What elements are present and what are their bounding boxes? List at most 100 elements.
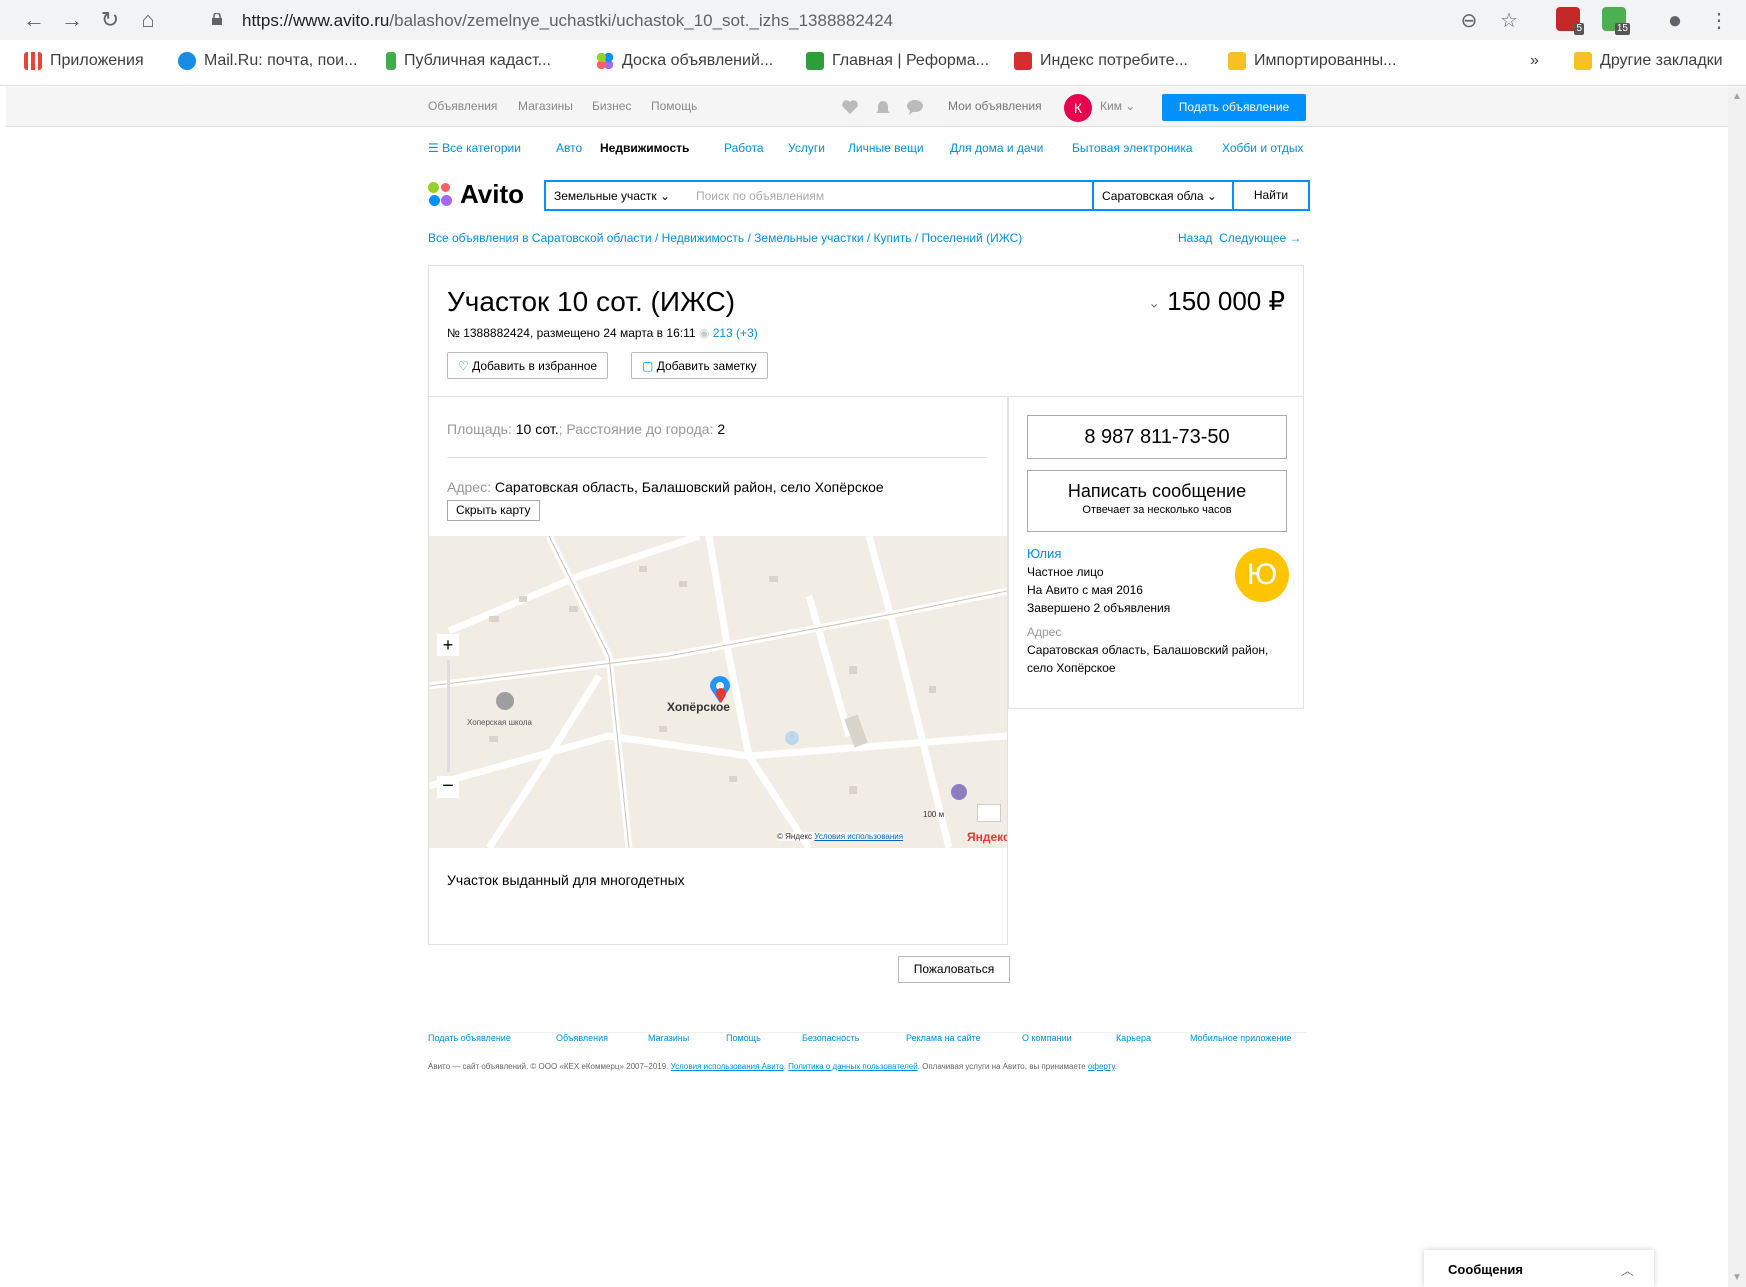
category-electronics[interactable]: Бытовая электроника	[1072, 141, 1193, 155]
category-personal[interactable]: Личные вещи	[848, 141, 924, 155]
back-icon[interactable]: ←	[20, 6, 48, 34]
chevron-down-icon[interactable]: ⌄	[1148, 295, 1160, 311]
link-business[interactable]: Бизнес	[592, 99, 631, 113]
scrollbar[interactable]: ▲ ▼	[1728, 87, 1746, 1287]
forward-icon[interactable]: →	[58, 6, 86, 34]
footer-terms-link[interactable]: Условия использования Авито	[671, 1062, 784, 1071]
bookmark-index[interactable]: Индекс потребите...	[1014, 52, 1188, 70]
bookmark-avito[interactable]: Доска объявлений...	[596, 52, 773, 70]
zoom-slider[interactable]	[447, 660, 450, 772]
bookmark-cadastr[interactable]: Публичная кадаст...	[386, 52, 551, 70]
post-ad-button[interactable]: Подать объявление	[1162, 94, 1306, 121]
prev-next-nav: Назад Следующее →	[1178, 231, 1302, 245]
listing-body: Площадь: 10 сот.; Расстояние до города: …	[428, 397, 1008, 945]
menu-icon[interactable]: ⋮	[1706, 8, 1732, 34]
footer-link[interactable]: Объявления	[556, 1033, 608, 1043]
bookmarks-bar: Приложения Mail.Ru: почта, пои... Публич…	[0, 40, 1746, 86]
scroll-down-icon[interactable]: ▼	[1732, 1272, 1742, 1283]
heart-icon[interactable]	[841, 98, 859, 116]
footer-link[interactable]: Реклама на сайте	[906, 1033, 981, 1043]
report-button[interactable]: Пожаловаться	[898, 956, 1010, 983]
region-select[interactable]: Саратовская обла ⌄	[1092, 182, 1232, 209]
back-link[interactable]: Назад	[1178, 231, 1212, 245]
map[interactable]: Хопёрское Хоперская школа + − 100 м © Ян…	[429, 536, 1007, 848]
seller-panel: 8 987 811-73-50 Написать сообщение Отвеч…	[1008, 397, 1304, 709]
link-help[interactable]: Помощь	[651, 99, 697, 113]
bookmarks-more[interactable]: »	[1530, 52, 1539, 70]
map-copyright: © Яндекс Условия использования	[777, 832, 904, 841]
reload-icon[interactable]: ↻	[96, 6, 124, 34]
footer-link[interactable]: Подать объявление	[428, 1033, 511, 1043]
zoom-icon[interactable]: ⊖	[1456, 8, 1482, 34]
footer-link[interactable]: Мобильное приложение	[1190, 1033, 1291, 1043]
lock-icon	[212, 13, 222, 25]
bookmark-imported[interactable]: Импортированны...	[1228, 52, 1396, 70]
reforma-icon	[806, 52, 824, 70]
listing-header: Участок 10 сот. (ИЖС) ⌄ 150 000 ₽ № 1388…	[428, 265, 1304, 397]
user-menu[interactable]: Ким ⌄	[1100, 99, 1135, 113]
avito-logo[interactable]: Avito	[428, 179, 524, 210]
scroll-up-icon[interactable]: ▲	[1732, 91, 1742, 102]
category-realty[interactable]: Недвижимость	[600, 141, 689, 155]
address-bar[interactable]: https://www.avito.ru/balashov/zemelnye_u…	[196, 4, 1536, 36]
bookmark-other[interactable]: Другие закладки	[1574, 52, 1723, 70]
url-text: https://www.avito.ru/balashov/zemelnye_u…	[242, 11, 894, 30]
footer-link[interactable]: Безопасность	[802, 1033, 859, 1043]
bookmark-reforma[interactable]: Главная | Реформа...	[806, 52, 989, 70]
folder-icon	[1228, 52, 1246, 70]
breadcrumb[interactable]: Все объявления в Саратовской области / Н…	[428, 231, 1022, 245]
search-input[interactable]: Поиск по объявлениям	[696, 189, 824, 203]
footer-link[interactable]: Помощь	[726, 1033, 761, 1043]
chevron-up-icon[interactable]: ︿	[1621, 1260, 1634, 1279]
avatar[interactable]: К	[1064, 94, 1092, 122]
category-work[interactable]: Работа	[724, 141, 764, 155]
profile-icon[interactable]: ●	[1662, 8, 1688, 34]
heart-icon: ♡	[458, 359, 469, 373]
footer-offer-link[interactable]: оферту	[1088, 1062, 1115, 1071]
footer-link[interactable]: Карьера	[1116, 1033, 1151, 1043]
link-ads[interactable]: Объявления	[428, 99, 497, 113]
hide-map-button[interactable]: Скрыть карту	[447, 500, 540, 521]
footer-link[interactable]: Магазины	[648, 1033, 689, 1043]
star-icon[interactable]: ☆	[1496, 8, 1522, 34]
zoom-out-button[interactable]: −	[437, 776, 459, 798]
next-link[interactable]: Следующее →	[1219, 231, 1302, 245]
search-category-select[interactable]: Земельные участк ⌄	[554, 189, 670, 203]
write-message-button[interactable]: Написать сообщение Отвечает за несколько…	[1027, 470, 1287, 532]
bookmark-apps[interactable]: Приложения	[24, 52, 144, 70]
footer-link[interactable]: О компании	[1022, 1033, 1072, 1043]
bookmark-mailru[interactable]: Mail.Ru: почта, пои...	[178, 52, 357, 70]
category-services[interactable]: Услуги	[788, 141, 825, 155]
extension-icon[interactable]: 15	[1602, 7, 1630, 35]
add-favorite-button[interactable]: ♡ Добавить в избранное	[447, 352, 609, 379]
avito-icon	[596, 52, 614, 70]
listing-meta: № 1388882424, размещено 24 марта в 16:11…	[447, 326, 758, 340]
map-marker-icon	[716, 688, 726, 703]
messages-widget[interactable]: Сообщения ︿	[1424, 1250, 1654, 1287]
bell-icon[interactable]	[874, 98, 892, 116]
zoom-in-button[interactable]: +	[437, 634, 459, 656]
phone-button[interactable]: 8 987 811-73-50	[1027, 415, 1287, 459]
add-note-button[interactable]: ▢ Добавить заметку	[631, 352, 768, 379]
seller-name[interactable]: Юлия	[1027, 545, 1170, 563]
adblock-icon[interactable]: 5	[1556, 7, 1584, 35]
category-hobby[interactable]: Хобби и отдых	[1222, 141, 1304, 155]
yandex-logo[interactable]: Яндекс	[967, 830, 1007, 844]
home-icon[interactable]: ⌂	[134, 6, 162, 34]
ruler-icon[interactable]	[977, 804, 1001, 822]
my-ads-link[interactable]: Мои объявления	[948, 99, 1042, 113]
link-shops[interactable]: Магазины	[518, 99, 573, 113]
search-button[interactable]: Найти	[1232, 182, 1308, 209]
category-auto[interactable]: Авто	[556, 141, 582, 155]
category-home[interactable]: Для дома и дачи	[950, 141, 1043, 155]
mailru-icon	[178, 52, 196, 70]
seller-avatar[interactable]: Ю	[1235, 548, 1289, 602]
page: Объявления Магазины Бизнес Помощь Мои об…	[6, 87, 1728, 1287]
map-terms-link[interactable]: Условия использования	[814, 832, 903, 841]
listing-params: Площадь: 10 сот.; Расстояние до города: …	[447, 421, 726, 437]
chat-icon[interactable]	[906, 98, 924, 116]
all-categories[interactable]: ☰ Все категории	[428, 141, 521, 155]
page-title: Участок 10 сот. (ИЖС)	[447, 286, 736, 317]
footer-copyright: Авито — сайт объявлений. © ООО «КЕХ еКом…	[428, 1062, 1117, 1071]
footer-policy-link[interactable]: Политика о данных пользователей	[788, 1062, 917, 1071]
